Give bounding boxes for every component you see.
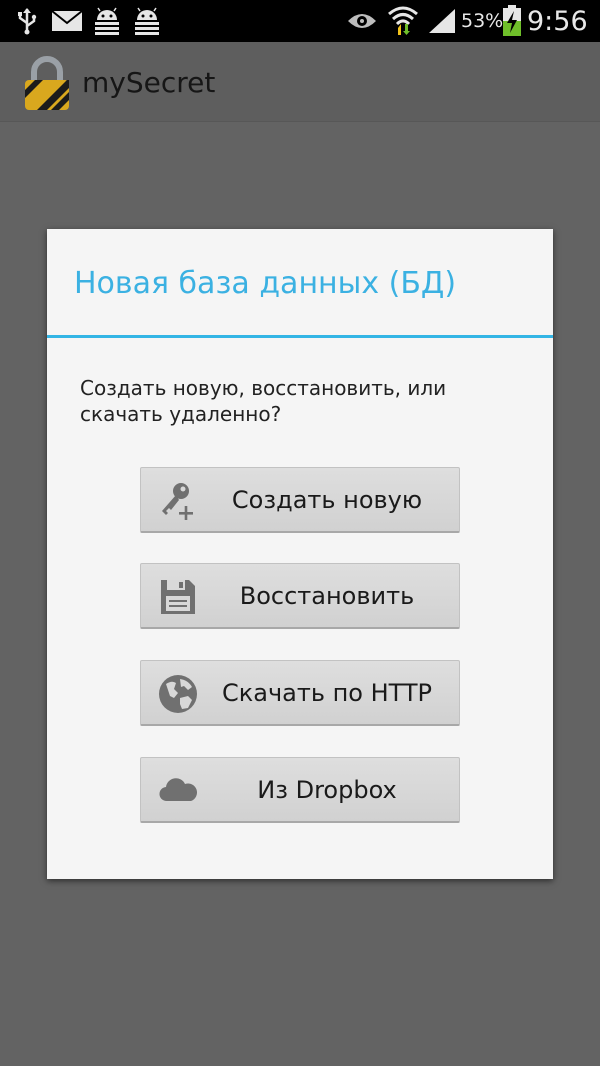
globe-icon	[157, 674, 199, 714]
restore-button[interactable]: Восстановить	[140, 563, 460, 629]
create-new-label: Создать новую	[231, 486, 423, 514]
create-new-button[interactable]: Создать новую	[140, 467, 460, 533]
battery-percent: 53%	[461, 10, 504, 32]
mail-icon	[50, 0, 84, 42]
dialog-title: Новая база данных (БД)	[74, 265, 457, 301]
dialog-title-divider	[47, 335, 553, 338]
from-dropbox-button[interactable]: Из Dropbox	[140, 757, 460, 823]
android-debug-icon	[132, 0, 162, 42]
padlock-icon[interactable]	[22, 56, 72, 112]
floppy-disk-icon	[157, 577, 199, 617]
dialog-message: Создать новую, восстановить, или скачать…	[80, 376, 447, 426]
cloud-icon	[157, 771, 199, 811]
restore-label: Восстановить	[239, 582, 415, 610]
action-bar: mySecret	[0, 42, 600, 122]
android-debug-icon	[92, 0, 122, 42]
key-plus-icon	[157, 481, 199, 521]
eye-icon	[346, 0, 378, 42]
download-http-label: Скачать по HTTP	[221, 679, 433, 707]
signal-icon	[426, 0, 458, 42]
status-time: 9:56	[527, 5, 588, 37]
battery-charging-icon	[500, 0, 524, 42]
app-title: mySecret	[82, 65, 216, 99]
download-http-button[interactable]: Скачать по HTTP	[140, 660, 460, 726]
status-bar: 53% 9:56	[0, 0, 600, 42]
wifi-icon	[386, 0, 420, 42]
new-database-dialog: Новая база данных (БД) Создать новую, во…	[47, 229, 553, 879]
from-dropbox-label: Из Dropbox	[257, 776, 397, 804]
usb-icon	[14, 0, 40, 42]
